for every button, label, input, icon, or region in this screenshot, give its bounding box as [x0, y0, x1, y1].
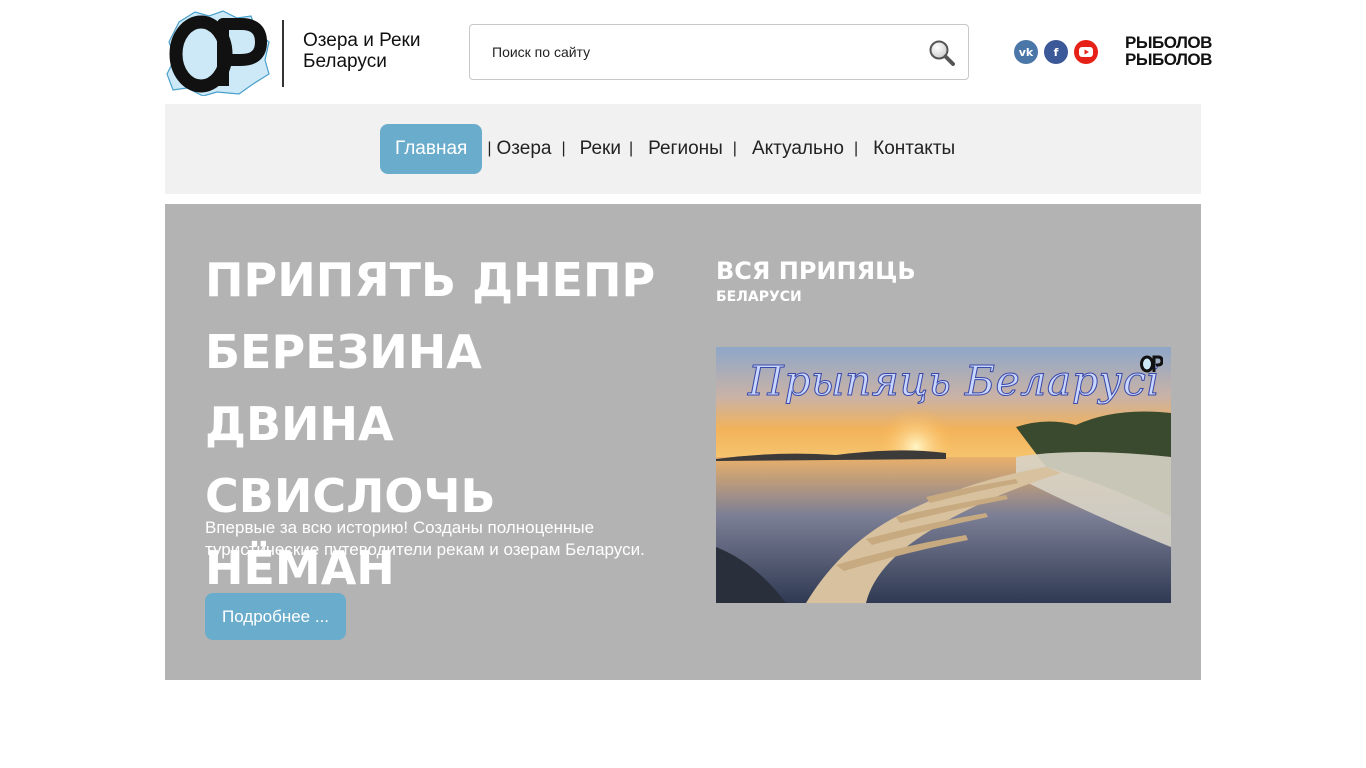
search-icon[interactable]: [928, 39, 956, 67]
site-header: Озера и Реки Беларуси vk f: [165, 0, 1212, 104]
nav-separator: |: [487, 140, 492, 157]
nav-item-home[interactable]: Главная: [380, 124, 483, 174]
hero-description: Впервые за всю историю! Созданы полноцен…: [205, 518, 645, 559]
site-logo[interactable]: [165, 8, 271, 97]
nav-item-news[interactable]: Актуально: [752, 138, 844, 160]
nav-item-contacts[interactable]: Контакты: [873, 138, 955, 160]
nav-item-lakes[interactable]: Озера: [496, 138, 551, 160]
site-name[interactable]: Озера и Реки Беларуси: [303, 30, 420, 72]
nav-item-rivers[interactable]: Реки: [580, 138, 621, 160]
search-box: [469, 24, 969, 80]
facebook-icon[interactable]: f: [1044, 40, 1068, 64]
feature-image-caption: Прыпяць Беларусі: [748, 357, 1160, 406]
partner-logo-line1: РЫБОЛОВ: [1125, 33, 1212, 52]
youtube-play-icon: [1079, 47, 1093, 57]
nav-separator: |: [628, 140, 634, 157]
feature-title[interactable]: ВСЯ ПРИПЯЦЬ: [716, 256, 916, 286]
hero-section: ПРИПЯТЬ ДНЕПР БЕРЕЗИНА ДВИНА СВИСЛОЧЬ НЁ…: [165, 204, 1201, 680]
site-name-line2: Беларуси: [303, 51, 387, 72]
nav-separator: |: [732, 140, 737, 157]
youtube-icon[interactable]: [1074, 40, 1098, 64]
nav-separator: |: [561, 140, 566, 157]
nav-separator: |: [853, 140, 859, 157]
partner-logo[interactable]: РЫБОЛОВ РЫБОЛОВ: [1125, 33, 1212, 74]
page: Озера и Реки Беларуси vk f: [0, 0, 1366, 768]
logo-watermark-icon: [1140, 355, 1163, 373]
search-input[interactable]: [492, 25, 912, 79]
hero-title-line: ПРИПЯТЬ ДНЕПР: [205, 253, 656, 307]
main-nav: Главная | Озера | Реки | Регионы | Актуа…: [165, 104, 1201, 194]
vk-icon[interactable]: vk: [1014, 40, 1038, 64]
partner-logo-line2: РЫБОЛОВ: [1125, 50, 1212, 69]
logo-divider: [282, 20, 284, 87]
feature-image[interactable]: Прыпяць Беларусі: [716, 347, 1171, 603]
feature-subtitle: БЕЛАРУСИ: [716, 289, 802, 305]
nav-items: Главная | Озера | Реки | Регионы | Актуа…: [380, 124, 955, 174]
site-name-line1: Озера и Реки: [303, 30, 421, 51]
hero-title-line: БЕРЕЗИНА ДВИНА: [205, 325, 482, 451]
nav-item-regions[interactable]: Регионы: [648, 138, 723, 160]
more-button[interactable]: Подробнее ...: [205, 593, 346, 640]
